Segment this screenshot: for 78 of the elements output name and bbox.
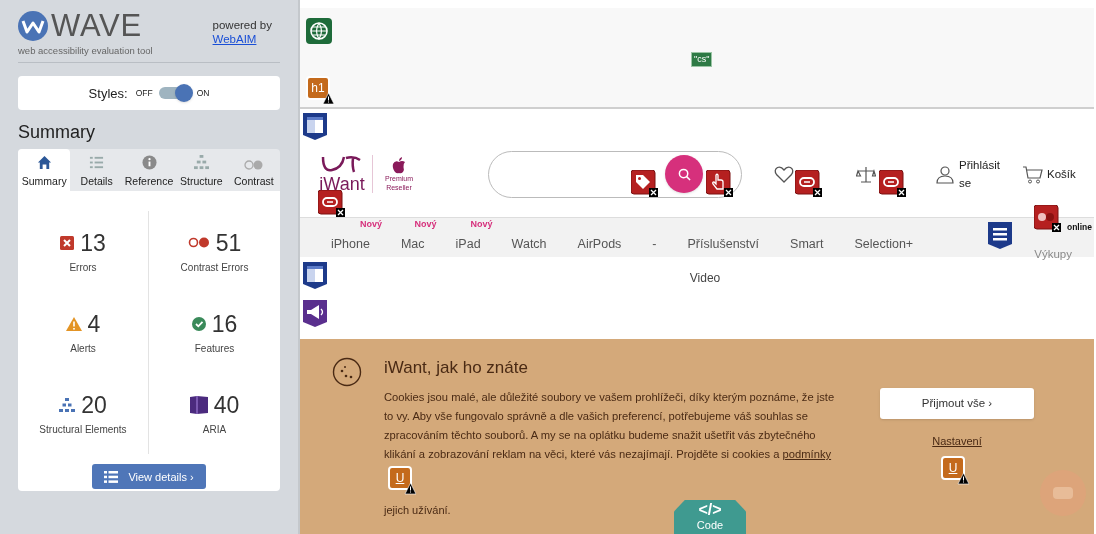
view-details-button[interactable]: View details › xyxy=(92,464,206,490)
tab[interactable]: Summary xyxy=(18,149,71,192)
stat-count: 16 xyxy=(211,309,238,338)
cookie-icon xyxy=(332,357,362,387)
tab[interactable]: Contrast xyxy=(227,149,281,192)
nav-link[interactable]: iPad xyxy=(455,237,481,251)
nav-link[interactable]: Smart xyxy=(790,237,824,251)
info-icon xyxy=(141,154,157,170)
hierarchy-icon xyxy=(59,397,76,412)
on-label: ON xyxy=(196,86,210,100)
error-icon xyxy=(60,235,75,250)
check-icon xyxy=(191,316,206,331)
nav-link[interactable]: Příslušenství xyxy=(687,237,760,251)
broken-link-icon xyxy=(795,170,822,197)
cart-icon xyxy=(1023,164,1043,184)
broken-link-icon xyxy=(879,170,906,197)
nav-link[interactable]: - xyxy=(652,237,657,251)
cookie-text: Cookies jsou malé, ale důležité soubory ve vašem prohlížeči, díky kterým poznáme, že jste to vy. Aby vše fungovalo správně a dle vašich preferencí, potřebujeme váš souhlas se zpracováním těchto souborů. A my se na oplátku budeme snažit ušetřit vás zbytečného klikání a zobrazování reklam na věci, které vás nezajímají. Projděte si cookies a podmínky xyxy=(384,390,836,462)
terms-link[interactable]: podmínky xyxy=(782,448,832,460)
header-link[interactable]: Přihlásit se xyxy=(959,156,1003,192)
new-label: Nový xyxy=(470,218,493,231)
wave-logo-text: WAVE xyxy=(51,10,142,42)
stat-count: 13 xyxy=(80,228,106,257)
stat-label: Structural Elements xyxy=(39,422,127,437)
off-label: OFF xyxy=(135,86,153,100)
nav-link[interactable]: Watch xyxy=(511,237,547,251)
stat-label: Errors xyxy=(69,260,97,275)
video-label: Video xyxy=(689,270,721,287)
stat-label: Alerts xyxy=(70,341,96,356)
cookie-text-end: jejich užívání. xyxy=(384,503,451,518)
language-tag: "cs" xyxy=(691,52,713,67)
circles-icon xyxy=(243,159,264,170)
styles-label: Styles: xyxy=(88,84,128,103)
settings-link[interactable]: Nastavení xyxy=(932,433,982,450)
powered-by-text: powered by xyxy=(212,18,272,32)
list-icon xyxy=(89,154,105,170)
webaim-link[interactable]: WebAIM xyxy=(212,32,257,46)
header-link[interactable]: Košík xyxy=(1047,165,1076,183)
chat-icon xyxy=(1040,470,1086,516)
scale-icon xyxy=(856,164,876,184)
new-label: Nový xyxy=(359,218,382,231)
language-icon xyxy=(306,18,332,44)
hand-pointer-icon xyxy=(706,170,733,197)
nav-link[interactable]: Selection+ xyxy=(854,237,914,251)
stat-label: Contrast Errors xyxy=(180,260,249,275)
apple-icon xyxy=(392,156,406,174)
user-icon xyxy=(935,164,955,184)
new-label: Nový xyxy=(414,218,437,231)
styles-toggle[interactable] xyxy=(158,87,191,100)
nav-link[interactable]: iPhone xyxy=(331,237,370,251)
tag-icon xyxy=(631,170,658,197)
stat-count: 51 xyxy=(215,228,242,257)
wave-logo-icon xyxy=(18,11,48,41)
stat-count: 20 xyxy=(81,390,107,419)
home-icon xyxy=(36,154,52,170)
stat-label: ARIA xyxy=(202,422,227,437)
stat-count: 4 xyxy=(87,309,101,338)
hierarchy-icon xyxy=(193,154,209,170)
list-icon xyxy=(104,470,119,483)
tab[interactable]: Details xyxy=(70,149,123,192)
tagline: web accessibility evaluation tool xyxy=(18,44,153,58)
accept-all-button[interactable]: Přijmout vše › xyxy=(880,388,1034,419)
online-text: online xyxy=(1066,221,1092,234)
cookie-title: iWant, jak ho znáte xyxy=(384,357,529,379)
stat-count: 40 xyxy=(213,390,240,419)
contrast-icon xyxy=(187,237,210,249)
search-icon xyxy=(677,167,691,181)
alert-icon xyxy=(65,316,82,331)
summary-heading: Summary xyxy=(18,121,96,144)
aria-icon xyxy=(189,395,208,414)
tab[interactable]: Structure xyxy=(175,149,228,192)
heart-icon xyxy=(774,164,794,184)
tab[interactable]: Reference xyxy=(122,149,176,192)
logo-text: iWant xyxy=(319,174,365,194)
search-button[interactable] xyxy=(665,155,703,193)
stat-label: Features xyxy=(194,341,235,356)
nav-link[interactable]: AirPods xyxy=(577,237,622,251)
nav-link[interactable]: Mac xyxy=(400,237,425,251)
